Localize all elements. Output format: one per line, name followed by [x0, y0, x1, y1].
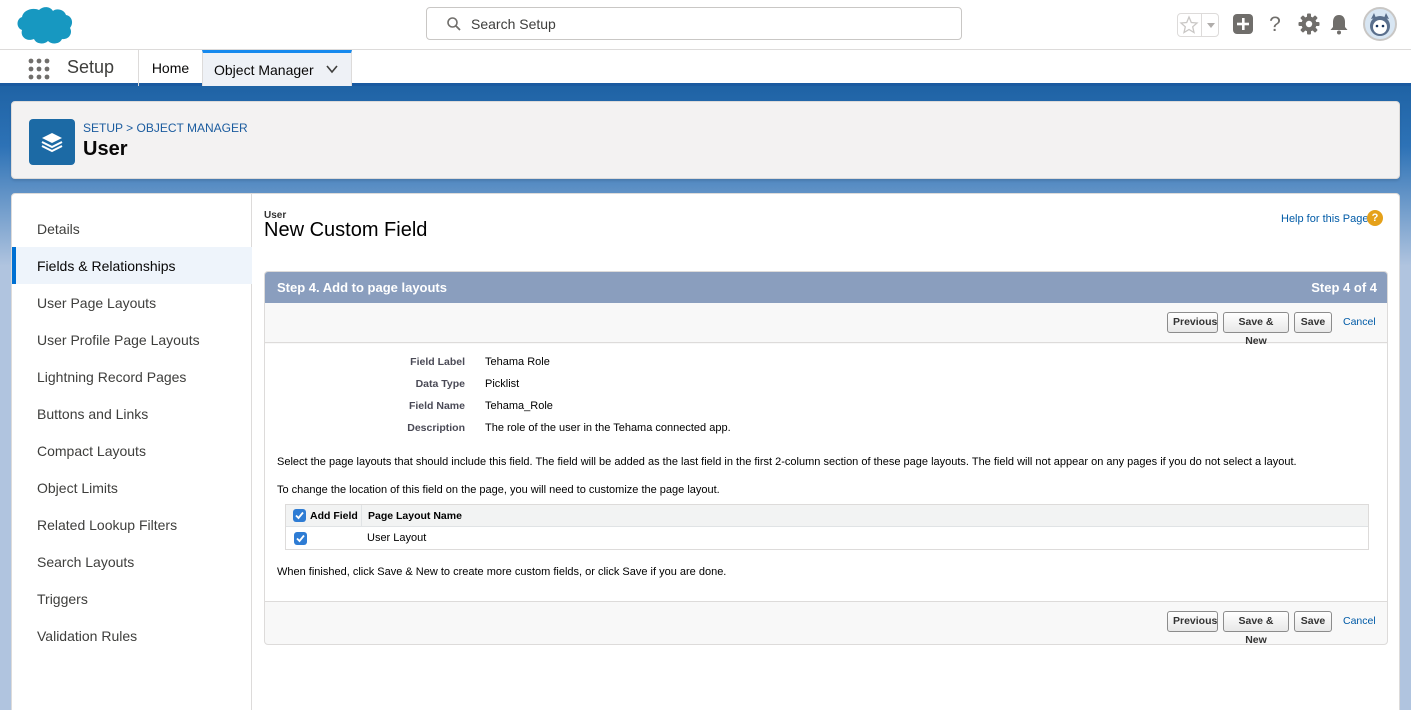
avatar[interactable]	[1363, 7, 1397, 41]
table-header: Add Field Page Layout Name	[286, 505, 1368, 527]
sidebar-item-related-lookup-filters[interactable]: Related Lookup Filters	[12, 506, 252, 543]
field-name-value: Tehama_Role	[485, 400, 553, 412]
chevron-down-icon	[1207, 23, 1215, 28]
breadcrumb-setup[interactable]: SETUP	[83, 121, 123, 135]
favorites-star-button[interactable]	[1178, 14, 1202, 36]
breadcrumb-object-manager[interactable]: OBJECT MANAGER	[137, 121, 248, 135]
sidebar-item-lightning-record-pages[interactable]: Lightning Record Pages	[12, 358, 252, 395]
stacked-layers-icon	[41, 133, 63, 153]
sidebar-item-fields-relationships[interactable]: Fields & Relationships	[12, 247, 252, 284]
help-circle-icon[interactable]: ?	[1367, 210, 1383, 226]
data-type-label: Data Type	[415, 378, 465, 390]
sidebar-item-validation-rules[interactable]: Validation Rules	[12, 617, 252, 654]
star-icon	[1179, 15, 1199, 34]
search-box[interactable]	[426, 7, 962, 40]
sidebar-item-buttons-and-links[interactable]: Buttons and Links	[12, 395, 252, 432]
page-layout-name: User Layout	[367, 532, 427, 544]
sidebar-item-details[interactable]: Details	[12, 210, 252, 247]
page-title: User	[83, 138, 128, 160]
tab-object-manager[interactable]: Object Manager	[202, 50, 352, 86]
save-button[interactable]: Save	[1294, 611, 1332, 632]
add-field-header-label: Add Field	[310, 510, 358, 522]
checkmark-icon	[295, 511, 304, 520]
finish-instruction-text: When finished, click Save & New to creat…	[277, 566, 727, 578]
description-label: Description	[407, 422, 465, 434]
page-layout-name-header: Page Layout Name	[368, 510, 462, 522]
favorites-list-button[interactable]	[1203, 14, 1219, 36]
app-launcher-icon[interactable]	[28, 58, 50, 80]
object-manager-icon	[29, 119, 75, 165]
global-header: ?	[0, 0, 1411, 50]
astro-avatar-icon	[1370, 13, 1390, 36]
customize-instruction-text: To change the location of this field on …	[277, 484, 720, 496]
select-all-checkbox[interactable]	[293, 509, 306, 522]
tab-home[interactable]: Home	[138, 50, 202, 86]
plus-icon[interactable]	[1231, 12, 1255, 36]
breadcrumb-separator: >	[126, 121, 134, 135]
sidebar: Details Fields & Relationships User Page…	[12, 194, 252, 710]
table-row: User Layout	[286, 527, 1368, 549]
button-row-top: Previous Save & New Save Cancel	[265, 303, 1387, 347]
app-name: Setup	[67, 57, 115, 77]
chevron-down-icon[interactable]	[325, 62, 339, 76]
search-input[interactable]	[471, 8, 951, 39]
sidebar-item-user-page-layouts[interactable]: User Page Layouts	[12, 284, 252, 321]
field-name-label: Field Name	[408, 400, 465, 412]
help-for-page-link[interactable]: Help for this Page	[1281, 213, 1368, 225]
cancel-link[interactable]: Cancel	[1343, 615, 1376, 627]
field-details: Field Label Tehama Role Data Type Pickli…	[265, 344, 1387, 601]
field-label-value: Tehama Role	[485, 356, 550, 368]
sidebar-item-user-profile-page-layouts[interactable]: User Profile Page Layouts	[12, 321, 252, 358]
help-icon[interactable]: ?	[1263, 12, 1287, 36]
layout-instruction-text: Select the page layouts that should incl…	[277, 456, 1297, 468]
content-title: New Custom Field	[264, 219, 428, 241]
add-field-column-header: Add Field	[286, 505, 362, 527]
previous-button[interactable]: Previous	[1167, 611, 1218, 632]
breadcrumb: SETUP > OBJECT MANAGER	[83, 121, 248, 135]
button-row-bottom: Previous Save & New Save Cancel	[265, 601, 1387, 644]
favorites-group[interactable]	[1177, 13, 1219, 37]
context-bar: Setup Home Object Manager	[0, 50, 1411, 86]
gear-icon[interactable]	[1297, 12, 1321, 36]
checkmark-icon	[296, 534, 305, 543]
tab-object-manager-label: Object Manager	[214, 61, 314, 78]
field-label-label: Field Label	[410, 356, 465, 368]
sidebar-item-compact-layouts[interactable]: Compact Layouts	[12, 432, 252, 469]
save-new-button[interactable]: Save & New	[1223, 611, 1289, 644]
sidebar-item-triggers[interactable]: Triggers	[12, 580, 252, 617]
content-area: User New Custom Field Help for this Page…	[264, 194, 1401, 710]
step-header: Step 4. Add to page layouts Step 4 of 4	[265, 272, 1387, 303]
search-icon	[447, 17, 461, 31]
previous-button[interactable]: Previous	[1167, 312, 1218, 333]
salesforce-cloud-logo[interactable]	[14, 5, 74, 45]
sidebar-item-search-layouts[interactable]: Search Layouts	[12, 543, 252, 580]
cancel-link[interactable]: Cancel	[1343, 316, 1376, 328]
save-button[interactable]: Save	[1294, 312, 1332, 333]
save-new-button[interactable]: Save & New	[1223, 312, 1289, 347]
page-header: SETUP > OBJECT MANAGER User	[11, 101, 1400, 179]
step-panel: Step 4. Add to page layouts Step 4 of 4 …	[264, 271, 1388, 645]
sidebar-item-object-limits[interactable]: Object Limits	[12, 469, 252, 506]
svg-text:?: ?	[1269, 13, 1281, 36]
step-count: Step 4 of 4	[1311, 280, 1377, 295]
step-title: Step 4. Add to page layouts	[277, 280, 447, 295]
bell-icon[interactable]	[1327, 12, 1351, 36]
user-layout-checkbox[interactable]	[294, 532, 307, 545]
main-card: Details Fields & Relationships User Page…	[11, 193, 1400, 710]
data-type-value: Picklist	[485, 378, 520, 390]
page-layout-table: Add Field Page Layout Name User Layout	[285, 504, 1369, 550]
description-value: The role of the user in the Tehama conne…	[485, 422, 731, 434]
